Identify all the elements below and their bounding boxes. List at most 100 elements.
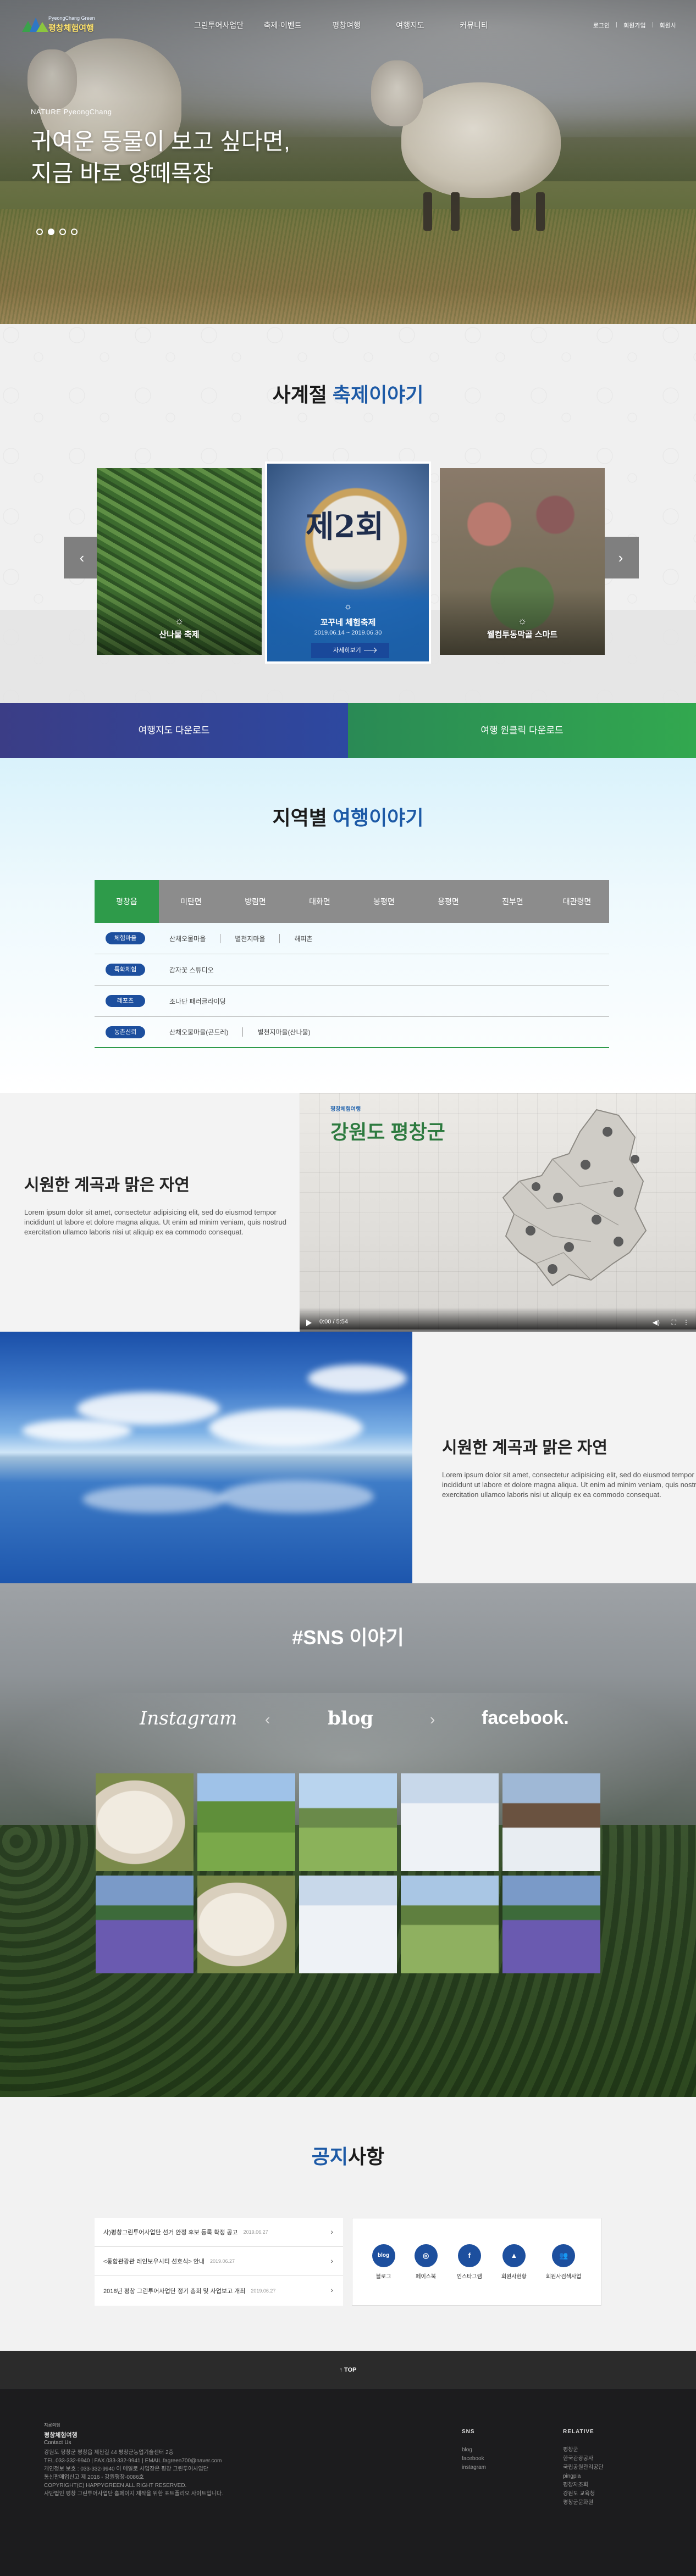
quick-link[interactable]: blog 블로그	[372, 2244, 395, 2280]
menu-item-community[interactable]: 커뮤니티	[442, 20, 506, 31]
nature-body: Lorem ipsum dolor sit amet, consectetur …	[442, 1471, 696, 1499]
festival-next-button[interactable]: ›	[603, 537, 639, 578]
lake-image	[0, 1332, 412, 1583]
slide-dot[interactable]	[36, 229, 43, 235]
festival-card-featured[interactable]: 제2회 ☼ 꼬꾸네 체험축제 2019.06.14 ~ 2019.06.30 자…	[265, 461, 431, 664]
app-download-button[interactable]: 여행 원클릭 다운로드	[348, 703, 696, 758]
blog-logo[interactable]: blog	[328, 1707, 373, 1729]
signup-link[interactable]: 회원가입	[623, 21, 645, 30]
footer-relative-link[interactable]: 한국관광공사	[563, 2455, 604, 2463]
footer-sns-link[interactable]: blog	[462, 2446, 486, 2455]
footer-info-line: 개인정보 보호 : 033-332-9940 이 메일로 사업장은 평창 그린투…	[44, 2466, 208, 2472]
region-tab[interactable]: 용평면	[416, 880, 480, 923]
video-player[interactable]: 평창체험여행 강원도 평창군 0:00 / 5:54 ◀) ⛶ ⋮	[300, 1093, 696, 1332]
region-row-items: 산채오물마을 별천지마을 해피촌	[169, 933, 341, 943]
sun-icon: ☼	[344, 602, 352, 611]
menu-item-festival[interactable]: 축제·이벤트	[251, 20, 314, 31]
sns-photo-sheep[interactable]	[96, 1773, 194, 1871]
sns-photo-snow-village[interactable]	[502, 1773, 600, 1871]
region-tab[interactable]: 대화면	[288, 880, 352, 923]
instagram-icon: ◎	[414, 2244, 438, 2267]
notice-item[interactable]: 사)평창그린투어사업단 선거 안정 후보 등록 확정 공고 2019.06.27 ›	[95, 2218, 343, 2247]
login-link[interactable]: 로그인	[593, 21, 610, 30]
nature-title: 시원한 계곡과 맑은 자연	[24, 1176, 190, 1194]
region-item-link[interactable]: 별천지마을(산나물)	[257, 1027, 324, 1037]
region-item-link[interactable]: 별천지마을	[235, 933, 280, 943]
member-link[interactable]: 회원사	[660, 21, 676, 30]
footer-relative-link[interactable]: 평창군문화원	[563, 2499, 604, 2507]
footer-sns-link[interactable]: facebook	[462, 2455, 486, 2463]
footer-relative-link[interactable]: pingpia	[563, 2472, 604, 2481]
sns-next-button[interactable]: ›	[430, 1711, 435, 1728]
nature-title: 시원한 계곡과 맑은 자연	[442, 1439, 608, 1457]
region-item-link[interactable]: 감자꽃 스튜디오	[169, 965, 228, 975]
sns-photo-lavender[interactable]	[502, 1876, 600, 1973]
facebook-logo[interactable]: facebook.	[482, 1707, 569, 1729]
sns-photo-field[interactable]	[197, 1773, 295, 1871]
quick-link[interactable]: f 인스타그램	[457, 2244, 482, 2280]
fullscreen-icon[interactable]: ⛶	[672, 1318, 676, 1327]
logo-mountain-icon	[22, 16, 48, 32]
chevron-right-icon: ›	[330, 2256, 333, 2265]
region-tab[interactable]: 대관령면	[545, 880, 609, 923]
volume-icon[interactable]: ◀)	[653, 1318, 660, 1326]
play-icon[interactable]	[306, 1320, 312, 1326]
region-item-link[interactable]: 해피촌	[294, 934, 327, 943]
sun-icon: ☼	[517, 615, 527, 626]
sns-photo-lavender[interactable]	[96, 1876, 194, 1973]
sun-icon: ☼	[174, 615, 184, 626]
slide-dot[interactable]	[59, 229, 66, 235]
sns-photo-sheep[interactable]	[197, 1876, 295, 1973]
region-tab[interactable]: 방림면	[223, 880, 288, 923]
footer-sns-link[interactable]: instagram	[462, 2463, 486, 2472]
footer-relative-link[interactable]: 강원도 교육청	[563, 2490, 604, 2499]
festival-more-button[interactable]: 자세히보기	[311, 643, 389, 658]
sns-photo-grid	[96, 1773, 601, 1973]
footer-contact-label: Contact Us	[44, 2440, 71, 2446]
sns-photo-snow-crowd[interactable]	[401, 1773, 499, 1871]
notice-item[interactable]: 2018년 평창 그린투어사업단 정기 총회 및 사업보고 개최 2019.06.…	[95, 2276, 343, 2305]
sns-photo-hill[interactable]	[299, 1773, 397, 1871]
menu-item-travel[interactable]: 평창여행	[314, 20, 378, 31]
sns-photo-hill-sheep[interactable]	[401, 1876, 499, 1973]
quick-link-label: 회원사현황	[501, 2273, 527, 2280]
menu-item-greentour[interactable]: 그린투어사업단	[187, 20, 251, 31]
footer-relative-link[interactable]: 평창자조회	[563, 2481, 604, 2490]
sns-prev-button[interactable]: ‹	[265, 1711, 270, 1728]
region-tab[interactable]: 평창읍	[95, 880, 159, 923]
footer-relative-link[interactable]: 평창군	[563, 2446, 604, 2455]
quick-link[interactable]: ▲ 회원사현황	[501, 2244, 527, 2280]
nature-text-block: 시원한 계곡과 맑은 자연 Lorem ipsum dolor sit amet…	[442, 1434, 696, 1500]
notice-text: 사)평창그린투어사업단 선거 안정 후보 등록 확정 공고	[103, 2229, 238, 2236]
footer-info-line: TEL.033-332-9940 | FAX.033-332-9941 | EM…	[44, 2458, 222, 2464]
region-item-link[interactable]: 조나단 패러글라이딩	[169, 997, 240, 1006]
nature-section-lake: 시원한 계곡과 맑은 자연 Lorem ipsum dolor sit amet…	[0, 1332, 696, 1583]
slide-dot[interactable]	[48, 229, 54, 235]
instagram-logo[interactable]: Instagram	[140, 1707, 237, 1729]
quick-link[interactable]: ◎ 페이스북	[414, 2244, 438, 2280]
pyeongchang-map-illustration	[502, 1109, 647, 1287]
notice-item[interactable]: <통합관광관 레인보우시티 선호식> 안내 2019.06.27 ›	[95, 2247, 343, 2276]
menu-item-map[interactable]: 여행지도	[378, 20, 442, 31]
region-tab[interactable]: 봉평면	[352, 880, 416, 923]
footer-relative-link[interactable]: 국립공원관리공단	[563, 2463, 604, 2472]
back-to-top-button[interactable]: ↑ TOP	[0, 2351, 696, 2389]
festival-prev-button[interactable]: ‹	[64, 537, 100, 578]
region-item-link[interactable]: 산채오물마을(곤드레)	[169, 1027, 244, 1037]
region-tab[interactable]: 미탄면	[159, 880, 223, 923]
slide-dot[interactable]	[71, 229, 78, 235]
sns-photo-snow-crowd[interactable]	[299, 1876, 397, 1973]
sns-brand-carousel: Instagram ‹ blog › facebook.	[0, 1707, 696, 1735]
festival-card-welcome[interactable]: ☼ 웰컴투동막골 스마트	[440, 468, 605, 655]
region-tab[interactable]: 진부면	[480, 880, 545, 923]
region-category-badge: 레포츠	[106, 995, 145, 1007]
region-item-link[interactable]: 산채오물마을	[169, 933, 221, 943]
more-options-icon[interactable]: ⋮	[683, 1318, 689, 1326]
festival-card-herbs[interactable]: ☼ 산나물 축제	[97, 468, 262, 655]
footer-info-line: COPYRIGHT(C) HAPPYGREEN ALL RIGHT RESERV…	[44, 2483, 187, 2489]
site-logo[interactable]: PyeongChang Green 평창체험여행	[22, 14, 104, 34]
map-download-button[interactable]: 여행지도 다운로드	[0, 703, 348, 758]
quick-link[interactable]: 👥 회원사검색사업	[546, 2244, 581, 2280]
region-row: 특화체험 감자꽃 스튜디오	[95, 954, 609, 986]
users-icon: 👥	[552, 2244, 576, 2267]
